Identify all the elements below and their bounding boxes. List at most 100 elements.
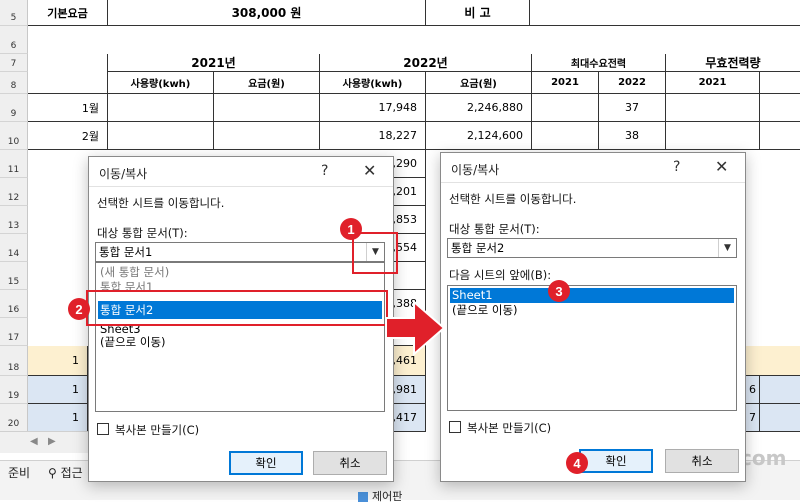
tab-scroll-right-icon[interactable]: ▶ [48, 436, 56, 447]
table-cell[interactable] [760, 404, 800, 432]
help-icon[interactable]: ? [673, 159, 680, 175]
row-header[interactable]: 9 [0, 94, 28, 122]
table-cell[interactable] [760, 122, 800, 150]
row-header[interactable]: 5 [0, 0, 28, 26]
header-usage-2022[interactable]: 사용량(kwh) [320, 72, 426, 94]
row-header[interactable]: 10 [0, 122, 28, 150]
row-header[interactable]: 8 [0, 72, 28, 94]
list-item[interactable]: (새 통합 문서) [98, 265, 382, 280]
cancel-button[interactable]: 취소 [313, 451, 387, 475]
row-header[interactable]: 15 [0, 262, 28, 290]
table-cell[interactable] [214, 94, 320, 122]
row-header[interactable]: 6 [0, 26, 28, 54]
header-year-2021[interactable]: 2021년 [108, 54, 320, 72]
table-cell[interactable] [108, 122, 214, 150]
header-year-2022[interactable]: 2022년 [320, 54, 532, 72]
step-badge-1: 1 [340, 218, 362, 240]
row-header[interactable]: 13 [0, 206, 28, 234]
table-cell[interactable] [214, 122, 320, 150]
step-badge-4: 4 [566, 452, 588, 474]
table-cell[interactable] [108, 94, 214, 122]
table-cell[interactable] [666, 94, 760, 122]
header-usage-2021[interactable]: 사용량(kwh) [108, 72, 214, 94]
step-badge-2: 2 [68, 298, 90, 320]
fee-cell[interactable]: 2,124,600 [426, 122, 532, 150]
sheet-list[interactable]: Sheet1 (끝으로 이동) [447, 285, 737, 411]
table-cell[interactable] [746, 346, 800, 376]
dialog-titlebar[interactable]: 이동/복사 ? ✕ [89, 157, 393, 187]
close-icon[interactable]: ✕ [715, 157, 728, 176]
make-copy-checkbox[interactable] [449, 421, 461, 433]
header-blank-cell[interactable] [28, 54, 108, 94]
max-cell[interactable]: 38 [599, 122, 666, 150]
header-reactive-2022[interactable] [760, 72, 800, 94]
table-cell[interactable]: 7 [746, 404, 760, 432]
list-item[interactable]: (끝으로 이동) [98, 335, 382, 350]
basic-fee-label[interactable]: 기본요금 [28, 0, 108, 26]
ok-button[interactable]: 확인 [229, 451, 303, 475]
row-header[interactable]: 14 [0, 234, 28, 262]
table-cell[interactable] [666, 122, 760, 150]
table-cell[interactable] [532, 122, 599, 150]
cancel-button[interactable]: 취소 [665, 449, 739, 473]
header-max-2022[interactable]: 2022 [599, 72, 666, 94]
table-cell[interactable]: 6 [746, 376, 760, 404]
step-badge-3: 3 [548, 280, 570, 302]
table-cell[interactable] [746, 150, 800, 346]
header-reactive-power[interactable]: 무효전력량 [666, 54, 800, 72]
target-workbook-label: 대상 통합 문서(T): [97, 226, 188, 240]
month-cell[interactable]: 2월 [28, 122, 108, 150]
table-cell[interactable] [532, 94, 599, 122]
row-header[interactable]: 7 [0, 54, 28, 72]
table-cell[interactable] [760, 376, 800, 404]
control-panel-icon [358, 492, 368, 502]
accessibility-status[interactable]: ⚲ 접근 [48, 464, 83, 481]
make-copy-checkbox[interactable] [97, 423, 109, 435]
month-cell[interactable]: 1 [28, 346, 88, 376]
basic-fee-value[interactable]: 308,000 원 [108, 0, 426, 26]
row-header[interactable]: 20 [0, 404, 28, 432]
header-reactive-2021[interactable]: 2021 [666, 72, 760, 94]
control-panel-item[interactable]: 제어판 [358, 488, 402, 504]
fee-cell[interactable]: 2,246,880 [426, 94, 532, 122]
row-header[interactable]: 12 [0, 178, 28, 206]
header-fee-2022[interactable]: 요금(원) [426, 72, 532, 94]
row-header[interactable]: 11 [0, 150, 28, 178]
month-cell[interactable]: 1 [28, 404, 88, 432]
table-cell[interactable] [760, 94, 800, 122]
target-workbook-select[interactable]: 통합 문서1 ▼ [95, 242, 385, 262]
dialog-titlebar[interactable]: 이동/복사 ? ✕ [441, 153, 745, 183]
month-cell[interactable]: 1 [28, 376, 88, 404]
move-copy-dialog-right: 이동/복사 ? ✕ 선택한 시트를 이동합니다. 대상 통합 문서(T): 통합… [440, 152, 746, 482]
help-icon[interactable]: ? [321, 163, 328, 179]
instruction-text: 선택한 시트를 이동합니다. [97, 196, 225, 210]
row-header[interactable]: 18 [0, 346, 28, 376]
accessibility-icon: ⚲ [48, 466, 61, 480]
dialog-title: 이동/복사 [451, 163, 500, 177]
usage-cell[interactable]: 17,948 [320, 94, 426, 122]
row-header[interactable]: 16 [0, 290, 28, 318]
row-header[interactable]: 17 [0, 318, 28, 346]
remarks-label[interactable]: 비 고 [426, 0, 530, 26]
ok-button[interactable]: 확인 [579, 449, 653, 473]
header-max-demand[interactable]: 최대수요전력 [532, 54, 666, 72]
remarks-cell[interactable] [530, 0, 800, 26]
watermark: com [740, 446, 787, 470]
workbook-dropdown-list[interactable]: (새 통합 문서) 통합 문서1 통합 문서2 Sheet3 (끝으로 이동) [95, 262, 385, 412]
target-workbook-value: 통합 문서2 [451, 241, 505, 255]
right-arrow-icon [385, 299, 446, 357]
header-fee-2021[interactable]: 요금(원) [214, 72, 320, 94]
highlight-box-workbook2 [86, 290, 388, 326]
usage-cell[interactable]: 18,227 [320, 122, 426, 150]
month-cell[interactable]: 1월 [28, 94, 108, 122]
target-workbook-value: 통합 문서1 [99, 245, 153, 259]
row-header[interactable]: 19 [0, 376, 28, 404]
header-max-2021[interactable]: 2021 [532, 72, 599, 94]
tab-scroll-left-icon[interactable]: ◀ [30, 436, 38, 447]
list-item[interactable]: (끝으로 이동) [450, 303, 734, 318]
close-icon[interactable]: ✕ [363, 161, 376, 180]
chevron-down-icon[interactable]: ▼ [718, 239, 736, 257]
list-item-selected[interactable]: Sheet1 [450, 288, 734, 303]
target-workbook-select[interactable]: 통합 문서2 ▼ [447, 238, 737, 258]
max-cell[interactable]: 37 [599, 94, 666, 122]
